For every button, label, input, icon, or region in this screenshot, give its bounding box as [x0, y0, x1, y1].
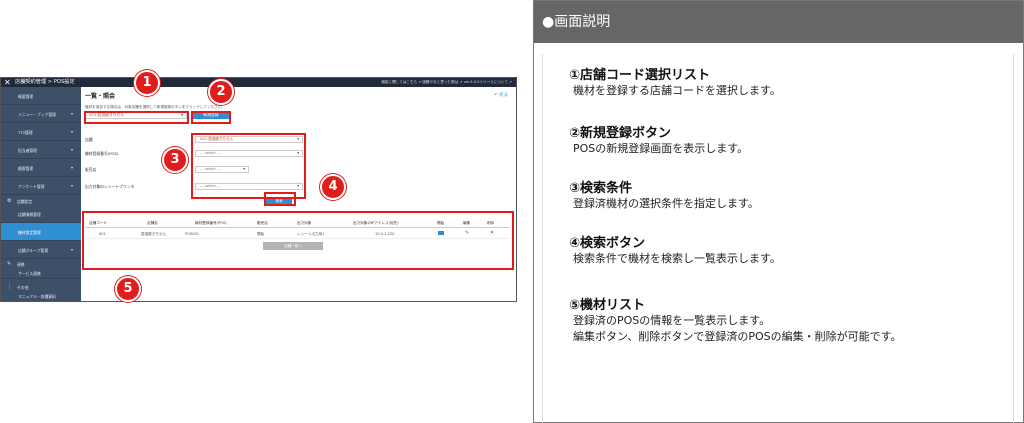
- explanation-title-1: ①店舗コード選択リスト: [569, 68, 711, 83]
- sidebar-item-menu-book[interactable]: メニュー・ブック管理 ▾: [1, 105, 81, 123]
- highlight-search-button: [264, 192, 296, 206]
- sidebar-item-label: メニュー・ブック管理: [18, 112, 56, 117]
- chevron-down-icon: ▾: [71, 111, 74, 116]
- highlight-search-conditions: [191, 133, 306, 199]
- chevron-down-icon: ▾: [71, 147, 74, 152]
- field-label-pos-number: 機材登録番号(POS): [85, 151, 119, 156]
- sidebar: 概要管理 メニュー・ブック管理 ▾ TT0管理 ▾ 担当者管理 ▾ 顧客管理 ▾…: [1, 87, 81, 301]
- marker-1: 1: [134, 70, 160, 96]
- top-bar: ✕ 店舗契約管理 > POS設定 機能に関してはこちら ↗ 困難やなと思った際は…: [1, 78, 516, 87]
- instruction-text: 機材を追加する場合は、対象店舗を選択して新規登録ボタンをクリックしてください。: [85, 105, 225, 109]
- highlight-store-select: [84, 111, 189, 124]
- gear-icon: ⚙: [7, 198, 12, 204]
- app-screenshot: ✕ 店舗契約管理 > POS設定 機能に関してはこちら ↗ 困難やなと思った際は…: [0, 77, 517, 302]
- sidebar-item-survey[interactable]: アンケート管理 ▾: [1, 177, 81, 195]
- sidebar-item-label: アンケート管理: [18, 184, 45, 189]
- field-label-dealer: 販売店: [85, 167, 97, 172]
- explanation-title-2: ②新規登録ボタン: [569, 126, 672, 141]
- canvas: ✕ 店舗契約管理 > POS設定 機能に関してはこちら ↗ 困難やなと思った際は…: [0, 0, 1024, 423]
- back-link[interactable]: ↶ 戻る: [494, 92, 508, 98]
- explanation-text-3: 登録済機材の選択条件を指定します。: [573, 197, 759, 210]
- chevron-down-icon: ▾: [71, 183, 74, 188]
- sidebar-item-label: 顧客管理: [18, 166, 34, 171]
- highlight-equipment-list: [82, 211, 514, 270]
- sidebar-item-equipment-settings[interactable]: 機材設定管理: [1, 223, 81, 241]
- sidebar-item-label: 概要管理: [18, 94, 34, 99]
- sidebar-item-label: マニュアル・各種資料: [18, 294, 56, 299]
- panel-header: ●画面説明: [534, 1, 1023, 43]
- sidebar-item-store-group[interactable]: 店舗グループ管理 ▾: [1, 241, 81, 259]
- sidebar-item-label: TT0管理: [18, 130, 33, 135]
- explanation-text-5a: 登録済のPOSの情報を一覧表示します。: [573, 314, 771, 327]
- sidebar-item-store-info[interactable]: 店舗情報管理: [1, 205, 81, 223]
- field-label-receipt-printer: 出力対象のレシートプリンタ: [85, 184, 135, 189]
- highlight-new-button: [191, 111, 231, 124]
- close-icon[interactable]: ✕: [4, 78, 11, 87]
- breadcrumb: 店舗契約管理 > POS設定: [15, 79, 75, 85]
- explanation-title-3: ③検索条件: [569, 181, 633, 196]
- chevron-down-icon: ▾: [71, 247, 74, 252]
- sidebar-item-label: 機材設定管理: [18, 230, 41, 235]
- marker-2: 2: [208, 79, 234, 105]
- chevron-down-icon: ▾: [71, 129, 74, 134]
- sidebar-item-overview[interactable]: 概要管理: [1, 87, 81, 105]
- sidebar-item-label: 店舗情報管理: [18, 212, 41, 217]
- page-title: 一覧・照会: [85, 93, 116, 100]
- marker-4: 4: [320, 174, 346, 200]
- explanation-title-5: ⑤機材リスト: [569, 298, 646, 313]
- panel-body: ①店舗コード選択リスト 機材を登録する店舗コードを選択します。 ②新規登録ボタン…: [542, 54, 1014, 423]
- explanation-panel: ●画面説明 ①店舗コード選択リスト 機材を登録する店舗コードを選択します。 ②新…: [533, 0, 1024, 423]
- marker-3: 3: [162, 147, 188, 173]
- sidebar-item-manuals[interactable]: マニュアル・各種資料: [1, 290, 81, 301]
- explanation-text-2: POSの新規登録画面を表示します。: [573, 142, 749, 155]
- sidebar-item-tt0[interactable]: TT0管理 ▾: [1, 123, 81, 141]
- field-label-store: 店舗: [85, 137, 93, 142]
- explanation-text-4: 検索条件で機材を検索し一覧表示します。: [573, 252, 781, 265]
- sidebar-item-label: 担当者管理: [18, 148, 37, 153]
- chevron-down-icon: ▾: [71, 165, 74, 170]
- header-links[interactable]: 機能に関してはこちら ↗ 困難やなと思った際は ↗ ver.5.0.0リリースに…: [381, 79, 512, 86]
- explanation-title-4: ④検索ボタン: [569, 236, 646, 251]
- sidebar-item-label: サービス連携: [18, 271, 41, 276]
- sidebar-item-staff[interactable]: 担当者管理 ▾: [1, 141, 81, 159]
- explanation-text-5b: 編集ボタン、削除ボタンで登録済のPOSの編集・削除が可能です。: [573, 330, 902, 343]
- sidebar-item-customer[interactable]: 顧客管理 ▾: [1, 159, 81, 177]
- explanation-text-1: 機材を登録する店舗コードを選択します。: [573, 84, 781, 97]
- sidebar-item-label: 店舗グループ管理: [18, 248, 49, 253]
- marker-5: 5: [115, 276, 141, 302]
- sidebar-item-service-integration[interactable]: サービス連携: [1, 267, 81, 279]
